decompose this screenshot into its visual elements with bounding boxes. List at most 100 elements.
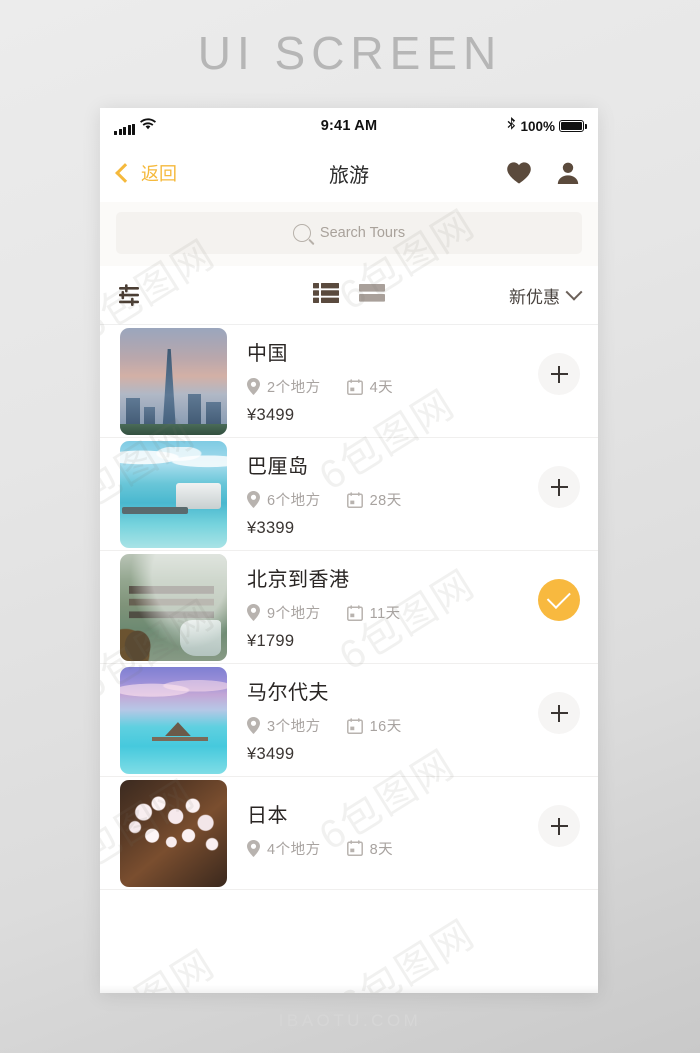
- table-row[interactable]: 日本 4个地方 8天: [100, 777, 598, 890]
- tour-thumbnail: [120, 779, 227, 887]
- tour-price: ¥3499: [247, 406, 295, 424]
- list-view-icon[interactable]: [313, 282, 339, 309]
- table-row[interactable]: 马尔代夫 3个地方 16天 ¥3499: [100, 664, 598, 777]
- table-row[interactable]: 北京到香港 9个地方 11天 ¥1799: [100, 551, 598, 664]
- places-count: 9个地方: [267, 606, 321, 622]
- duration-value: 16天: [369, 719, 402, 735]
- places-count: 6个地方: [267, 493, 321, 509]
- calendar-icon: [346, 604, 363, 621]
- duration-value: 28天: [369, 493, 402, 509]
- tour-meta: 2个地方 4天: [247, 376, 538, 397]
- filter-bar: 新优惠: [100, 266, 598, 325]
- thumbnail-image-china: [120, 327, 227, 435]
- tour-name: 北京到香港: [247, 569, 350, 591]
- add-tour-button[interactable]: [538, 692, 580, 734]
- duration-value: 11天: [369, 606, 401, 622]
- chevron-left-icon: [115, 163, 135, 183]
- search-icon: [292, 224, 311, 242]
- tour-thumbnail: [120, 666, 227, 774]
- map-pin-icon: [247, 378, 260, 395]
- tour-meta: 4个地方 8天: [247, 838, 538, 859]
- tour-meta: 3个地方 16天: [247, 715, 538, 736]
- duration-value: 4天: [369, 380, 394, 396]
- tour-info: 中国 2个地方 4天 ¥3499: [247, 337, 538, 425]
- places-meta: 2个地方: [247, 376, 321, 397]
- places-count: 2个地方: [267, 380, 321, 396]
- search-input[interactable]: Search Tours: [116, 212, 582, 254]
- thumbnail-image-bali: [120, 440, 227, 548]
- plus-icon: [550, 478, 568, 496]
- add-tour-button[interactable]: [538, 353, 580, 395]
- nav-bar: 返回 旅游: [100, 144, 598, 202]
- tour-meta: 6个地方 28天: [247, 489, 538, 510]
- duration-meta: 8天: [346, 838, 394, 859]
- tour-price: ¥3399: [247, 519, 295, 537]
- poster-canvas: UI SCREEN 9:41 AM 100% 返回 旅游 Search Tour…: [0, 0, 700, 1053]
- add-tour-button[interactable]: [538, 805, 580, 847]
- battery-percent-label: 100%: [520, 118, 555, 134]
- poster-title: UI SCREEN: [197, 27, 503, 79]
- sort-dropdown[interactable]: 新优惠: [509, 283, 583, 308]
- person-icon[interactable]: [556, 161, 580, 185]
- table-row[interactable]: 中国 2个地方 4天 ¥3499: [100, 325, 598, 438]
- nav-actions: [506, 161, 580, 185]
- tour-info: 巴厘岛 6个地方 28天 ¥3399: [247, 450, 538, 538]
- map-pin-icon: [247, 604, 260, 621]
- duration-value: 8天: [369, 841, 394, 858]
- search-section: Search Tours: [100, 202, 598, 266]
- duration-meta: 4天: [346, 376, 394, 397]
- search-placeholder: Search Tours: [319, 225, 406, 241]
- thumbnail-image-japan: [120, 779, 227, 887]
- back-button[interactable]: 返回: [115, 160, 177, 186]
- calendar-icon: [346, 491, 363, 508]
- add-tour-button[interactable]: [538, 466, 580, 508]
- status-bar-right: 100%: [507, 117, 587, 135]
- places-meta: 3个地方: [247, 715, 321, 736]
- bluetooth-icon: [507, 117, 516, 135]
- calendar-icon: [346, 717, 363, 734]
- tour-info: 马尔代夫 3个地方 16天 ¥3499: [247, 676, 538, 764]
- map-pin-icon: [247, 491, 260, 508]
- phone-screen: 9:41 AM 100% 返回 旅游 Search Tours 新优惠 中国 2…: [100, 108, 598, 993]
- tour-info: 北京到香港 9个地方 11天 ¥1799: [247, 563, 538, 651]
- tour-name: 中国: [247, 343, 288, 365]
- map-pin-icon: [247, 717, 260, 734]
- plus-icon: [550, 704, 568, 722]
- tour-name: 日本: [247, 804, 288, 827]
- tour-info: 日本 4个地方 8天: [247, 799, 538, 868]
- table-row[interactable]: 巴厘岛 6个地方 28天 ¥3399: [100, 438, 598, 551]
- places-count: 4个地方: [267, 841, 321, 858]
- places-meta: 9个地方: [247, 602, 321, 623]
- duration-meta: 11天: [346, 602, 401, 623]
- card-view-icon[interactable]: [359, 282, 385, 309]
- plus-icon: [550, 817, 568, 835]
- status-bar: 9:41 AM 100%: [100, 108, 598, 144]
- tour-name: 马尔代夫: [247, 682, 329, 704]
- watermark-text: 6包图网: [331, 911, 483, 993]
- battery-full-icon: [559, 120, 587, 132]
- chevron-down-icon: [565, 283, 583, 301]
- back-button-label: 返回: [141, 164, 177, 184]
- tour-price: ¥3499: [247, 745, 295, 763]
- selected-tour-button[interactable]: [538, 579, 580, 621]
- thumbnail-image-village: [120, 553, 227, 661]
- places-count: 3个地方: [267, 719, 321, 735]
- tour-name: 巴厘岛: [247, 456, 309, 478]
- tour-thumbnail: [120, 440, 227, 548]
- sliders-filter-icon[interactable]: [118, 282, 146, 308]
- duration-meta: 16天: [346, 715, 402, 736]
- thumbnail-image-maldives: [120, 666, 227, 774]
- duration-meta: 28天: [346, 489, 402, 510]
- tour-meta: 9个地方 11天: [247, 602, 538, 623]
- list-bottom-fade: [100, 985, 598, 993]
- calendar-icon: [346, 378, 363, 395]
- heart-icon[interactable]: [506, 161, 532, 185]
- calendar-icon: [346, 840, 363, 857]
- places-meta: 4个地方: [247, 838, 321, 859]
- tour-list: 中国 2个地方 4天 ¥3499 巴厘岛 6个地方 28天 ¥3399 北京到香…: [100, 325, 598, 890]
- tour-price: ¥1799: [247, 632, 295, 650]
- sort-dropdown-label: 新优惠: [509, 287, 560, 307]
- site-watermark: IBAOTU.COM: [278, 1011, 422, 1030]
- places-meta: 6个地方: [247, 489, 321, 510]
- tour-thumbnail: [120, 327, 227, 435]
